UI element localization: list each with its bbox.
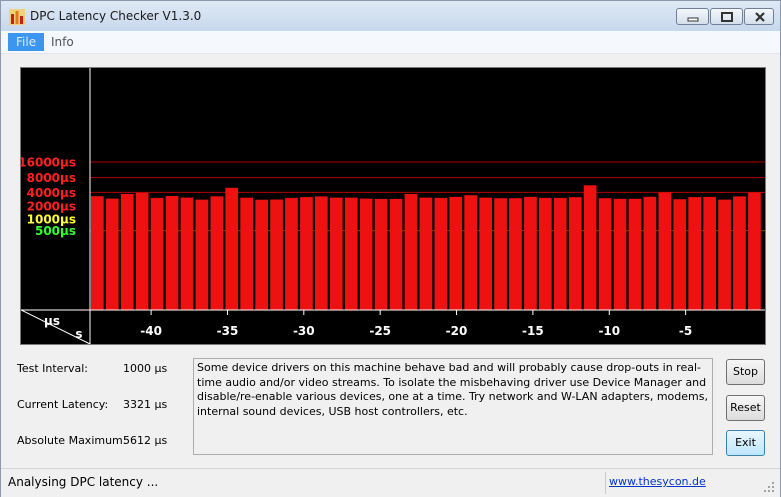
- chart-bar: [404, 194, 418, 310]
- minimize-button[interactable]: [676, 8, 709, 25]
- chart-bar: [598, 198, 612, 310]
- stop-button[interactable]: Stop: [726, 359, 765, 385]
- close-icon: [755, 12, 765, 22]
- chart-bar: [583, 185, 597, 310]
- chart-bar: [494, 198, 507, 310]
- chart-bar: [195, 199, 209, 310]
- minimize-icon: [687, 17, 699, 22]
- x-tick-label: -35: [217, 324, 239, 338]
- status-bar: Analysing DPC latency ... www.thesycon.d…: [1, 468, 780, 497]
- window-title: DPC Latency Checker V1.3.0: [30, 9, 202, 23]
- chart-bar: [748, 192, 761, 310]
- chart-bar: [539, 197, 552, 310]
- status-separator: [605, 472, 606, 494]
- maximize-button[interactable]: [710, 8, 743, 25]
- latency-chart: 16000µs 8000µs 4000µs 2000µs 1000µs 500µs -40-…: [20, 67, 766, 345]
- chart-bar: [105, 198, 119, 310]
- chart-bar: [703, 196, 716, 310]
- chart-bar: [688, 197, 701, 310]
- chart-bar: [673, 199, 687, 310]
- chart-bar: [359, 198, 373, 310]
- chart-bar: [434, 197, 448, 310]
- x-tick-label: -40: [140, 324, 162, 338]
- chart-bar: [180, 197, 194, 310]
- chart-bar: [135, 192, 149, 310]
- chart-bar: [553, 197, 567, 310]
- chart-bar: [733, 196, 746, 310]
- chart-bar: [509, 198, 522, 310]
- chart-bar: [628, 198, 642, 310]
- y-tick-label: 8000µs: [27, 171, 76, 185]
- chart-bar: [613, 198, 627, 310]
- chart-bar: [240, 197, 253, 310]
- chart-bar: [643, 196, 657, 310]
- exit-button[interactable]: Exit: [726, 430, 765, 456]
- chart-bar: [329, 197, 343, 310]
- menu-bar: File Info: [1, 31, 780, 54]
- test-interval-label: Test Interval:: [17, 362, 88, 375]
- x-tick-label: -10: [598, 324, 620, 338]
- current-latency-label: Current Latency:: [17, 398, 109, 411]
- chart-bar: [225, 187, 239, 310]
- chart-bar: [524, 196, 537, 310]
- chart-bar: [718, 199, 731, 310]
- y-tick-label: 4000µs: [27, 186, 76, 200]
- chart-bar: [449, 196, 463, 310]
- current-latency-value: 3321 µs: [123, 398, 168, 411]
- chart-bar: [255, 199, 268, 310]
- chart-bar: [315, 196, 328, 310]
- chart-bar: [419, 197, 433, 310]
- status-message: Some device drivers on this machine beha…: [193, 358, 713, 455]
- chart-bar: [120, 194, 134, 310]
- app-window: DPC Latency Checker V1.3.0 File Info 160…: [0, 0, 781, 497]
- test-interval-value: 1000 µs: [123, 362, 168, 375]
- menu-info[interactable]: Info: [43, 33, 82, 51]
- status-text: Analysing DPC latency ...: [8, 475, 159, 489]
- chart-bar: [374, 198, 388, 310]
- y-tick-label: 16000µs: [21, 156, 76, 170]
- chart-bar: [464, 195, 477, 310]
- title-bar[interactable]: DPC Latency Checker V1.3.0: [1, 1, 780, 31]
- maximize-icon: [721, 12, 733, 22]
- chart-bar: [150, 197, 164, 310]
- chart-bar: [270, 199, 283, 310]
- y-tick-label: 500µs: [35, 224, 76, 238]
- chart-bar: [165, 196, 179, 310]
- chart-bar: [210, 196, 224, 310]
- x-tick-label: -5: [679, 324, 692, 338]
- chart-bar: [300, 197, 313, 310]
- app-icon: [9, 9, 25, 25]
- chart-bar: [568, 197, 582, 310]
- absolute-maximum-label: Absolute Maximum:: [17, 434, 127, 447]
- chart-bar: [658, 192, 672, 310]
- absolute-maximum-value: 5612 µs: [123, 434, 168, 447]
- close-button[interactable]: [744, 8, 774, 25]
- y-unit-label: µs: [44, 314, 60, 328]
- latency-chart-svg: 16000µs8000µs4000µs2000µs1000µs500µs-40-…: [21, 68, 765, 344]
- menu-file[interactable]: File: [8, 33, 45, 51]
- x-tick-label: -25: [369, 324, 391, 338]
- x-tick-label: -15: [522, 324, 544, 338]
- x-unit-label: s: [75, 327, 82, 341]
- chart-bar: [344, 197, 358, 310]
- chart-bar: [91, 196, 104, 310]
- reset-button[interactable]: Reset: [726, 395, 765, 421]
- chart-bar: [389, 198, 403, 310]
- x-tick-label: -20: [446, 324, 468, 338]
- resize-grip-icon[interactable]: [763, 481, 775, 493]
- chart-bar: [479, 197, 492, 310]
- vendor-link[interactable]: www.thesycon.de: [609, 475, 706, 488]
- x-tick-label: -30: [293, 324, 315, 338]
- chart-bar: [285, 197, 298, 310]
